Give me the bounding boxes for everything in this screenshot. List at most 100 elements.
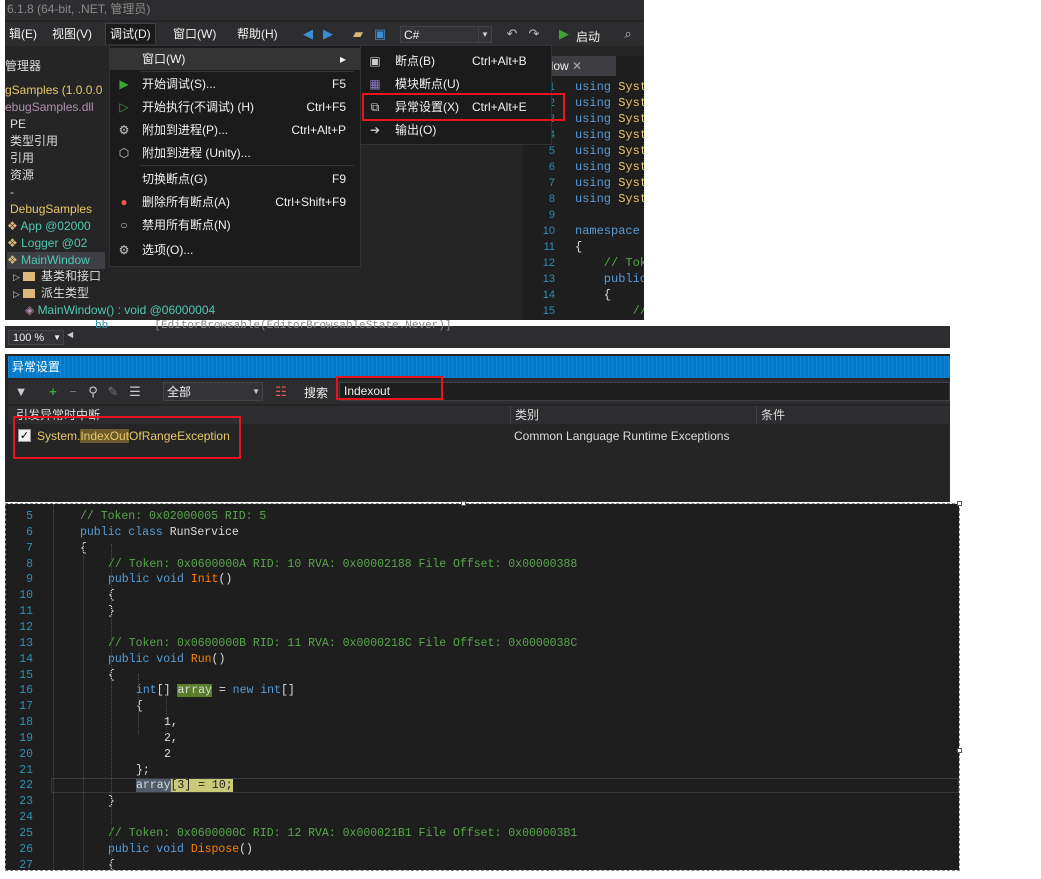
line-number: 6 xyxy=(548,161,555,173)
code-line[interactable]: 10{ xyxy=(5,588,959,604)
menu-item-label: 附加到进程 (Unity)... xyxy=(142,146,251,160)
menu-item-shortcut: F5 xyxy=(331,77,346,91)
tree-folder-derived[interactable]: ▷ 派生类型 xyxy=(13,285,89,302)
scroll-left-icon[interactable]: ◀ xyxy=(67,330,73,339)
window-submenu-item[interactable]: ▣ 断点(B) Ctrl+Alt+B xyxy=(361,50,551,72)
window-submenu-item[interactable]: ➔ 输出(O) xyxy=(361,119,551,141)
tree-item[interactable]: 类型引用 xyxy=(10,133,58,150)
debug-menu-item[interactable]: ⚙ 附加到进程(P)... Ctrl+Alt+P xyxy=(110,119,360,141)
resize-handle[interactable] xyxy=(957,501,962,506)
code-line[interactable]: 23} xyxy=(5,794,959,810)
code-line[interactable]: 7{ xyxy=(5,541,959,557)
line-number: 11 xyxy=(543,241,555,253)
tree-item[interactable]: ❖ Logger @02 xyxy=(7,235,87,252)
tree-item[interactable]: ❖ App @02000 xyxy=(7,218,91,235)
undo-icon[interactable]: ↶ xyxy=(503,26,521,42)
code-editor[interactable]: 5 // Token: 0x02000005 RID: 5 6 public clas… xyxy=(5,504,959,870)
code-line[interactable]: 16 int[] array = new int[] xyxy=(5,683,959,699)
code-line[interactable]: 6 public class RunService xyxy=(5,525,959,541)
code-line[interactable]: 8 // Token: 0x0600000A RID: 10 RVA: 0x000… xyxy=(5,557,959,573)
filter-select[interactable]: 全部 ▼ xyxy=(163,382,263,401)
menu-edit[interactable]: 辑(E) xyxy=(5,24,41,44)
add-icon[interactable]: + xyxy=(44,384,62,400)
remove-icon[interactable]: − xyxy=(64,384,82,400)
tree-item[interactable]: PE xyxy=(10,116,26,133)
menu-window[interactable]: 窗口(W) xyxy=(169,24,220,44)
window-submenu-item[interactable]: ▦ 模块断点(U) xyxy=(361,73,551,95)
tree-member[interactable]: ◈ MainWindow() : void @06000004 xyxy=(25,302,215,319)
code-line[interactable]: 24 xyxy=(5,810,959,826)
code-line: { xyxy=(575,288,612,302)
code-line[interactable]: 20 2 xyxy=(5,747,959,763)
filter-icon[interactable]: ▼ xyxy=(12,384,30,400)
debug-menu-item[interactable]: 窗口(W) ▸ xyxy=(110,48,360,70)
menu-item-label: 禁用所有断点(N) xyxy=(142,218,231,232)
menu-item-label: 断点(B) xyxy=(395,54,435,68)
code-line[interactable]: 11} xyxy=(5,604,959,620)
start-button[interactable]: 启动 xyxy=(576,28,600,45)
code-text: public void Run() xyxy=(108,652,226,666)
code-line[interactable]: 26 public void Dispose() xyxy=(5,842,959,858)
code-text: }; xyxy=(136,763,150,777)
code-line[interactable]: 22 array[3] = 10; xyxy=(5,778,959,794)
menu-icon: ▣ xyxy=(369,54,381,68)
line-number: 13 xyxy=(542,273,555,285)
expand-arrow-icon[interactable]: ▷ xyxy=(13,286,23,303)
tree-item[interactable]: DebugSamples xyxy=(10,201,92,218)
menu-help[interactable]: 帮助(H) xyxy=(233,24,282,44)
edit-icon[interactable]: ✎ xyxy=(104,384,122,400)
start-play-icon[interactable]: ▶ xyxy=(555,26,573,42)
tree-item[interactable]: 引用 xyxy=(10,150,34,167)
tree-folder-base[interactable]: ▷ 基类和接口 xyxy=(13,268,101,285)
debug-menu-item[interactable]: ○ 禁用所有断点(N) xyxy=(110,214,360,236)
list-icon[interactable]: ☰ xyxy=(126,384,144,400)
search-icon[interactable]: ⌕ xyxy=(619,26,637,42)
code-line: using Syst xyxy=(575,96,644,110)
code-line[interactable]: 12 xyxy=(5,620,959,636)
back-icon[interactable]: ◀ xyxy=(299,26,317,42)
line-number: 5 xyxy=(548,145,555,157)
line-number: 15 xyxy=(19,668,33,682)
tree-item[interactable]: 资源 xyxy=(10,167,34,184)
code-line[interactable]: 9 public void Init() xyxy=(5,572,959,588)
code-line[interactable]: 5 // Token: 0x02000005 RID: 5 xyxy=(5,509,959,525)
language-select[interactable]: C# ▼ xyxy=(400,26,492,43)
tree-item[interactable]: ebugSamples.dll xyxy=(5,99,94,116)
expand-arrow-icon[interactable]: ▷ xyxy=(13,269,23,286)
debug-menu-item[interactable]: ▶ 开始调试(S)... F5 xyxy=(110,73,360,95)
code-line[interactable]: 19 2, xyxy=(5,731,959,747)
tree-item[interactable]: gSamples (1.0.0.0 xyxy=(5,82,102,99)
forward-icon[interactable]: ▶ xyxy=(319,26,337,42)
code-line[interactable]: 25 // Token: 0x0600000C RID: 12 RVA: 0x00… xyxy=(5,826,959,842)
code-line[interactable]: 15{ xyxy=(5,668,959,684)
resize-handle[interactable] xyxy=(461,501,466,506)
menu-view[interactable]: 视图(V) xyxy=(48,24,96,44)
menu-item-label: 选项(O)... xyxy=(142,243,194,257)
debug-menu-item[interactable]: ⚙ 选项(O)... xyxy=(110,239,360,261)
debug-menu-item[interactable]: ▷ 开始执行(不调试) (H) Ctrl+F5 xyxy=(110,96,360,118)
menu-item-label: 开始调试(S)... xyxy=(142,77,216,91)
redo-icon[interactable]: ↷ xyxy=(525,26,543,42)
zoom-select[interactable]: 100 % ▼ xyxy=(8,330,64,345)
resize-handle[interactable] xyxy=(957,748,962,753)
code-line[interactable]: 14 public void Run() xyxy=(5,652,959,668)
code-line[interactable]: 27{ xyxy=(5,858,959,870)
panel-title: 异常设置 xyxy=(8,356,950,378)
code-line[interactable]: 21}; xyxy=(5,763,959,779)
save-icon[interactable]: ▣ xyxy=(371,26,389,42)
debug-menu-item[interactable]: ⬡ 附加到进程 (Unity)... xyxy=(110,142,360,164)
open-folder-icon[interactable]: ▰ xyxy=(349,26,367,42)
code-line[interactable]: 13 // Token: 0x0600000B RID: 11 RVA: 0x00… xyxy=(5,636,959,652)
code-line[interactable]: 17{ xyxy=(5,699,959,715)
code-line[interactable]: 18 1, xyxy=(5,715,959,731)
close-icon[interactable]: ✕ xyxy=(572,59,582,73)
condition-icon[interactable]: ⚲ xyxy=(84,384,102,400)
restore-defaults-icon[interactable]: ☷ xyxy=(272,384,290,400)
tree-item-selected[interactable]: ❖ MainWindow xyxy=(7,252,105,269)
tree-item[interactable]: - xyxy=(10,184,14,201)
debug-menu-item[interactable]: ● 删除所有断点(A) Ctrl+Shift+F9 xyxy=(110,191,360,213)
menu-debug[interactable]: 调试(D) xyxy=(105,23,156,44)
column-category[interactable]: 类别 xyxy=(510,406,539,424)
column-condition[interactable]: 条件 xyxy=(756,406,785,424)
debug-menu-item[interactable]: 切换断点(G) F9 xyxy=(110,168,360,190)
